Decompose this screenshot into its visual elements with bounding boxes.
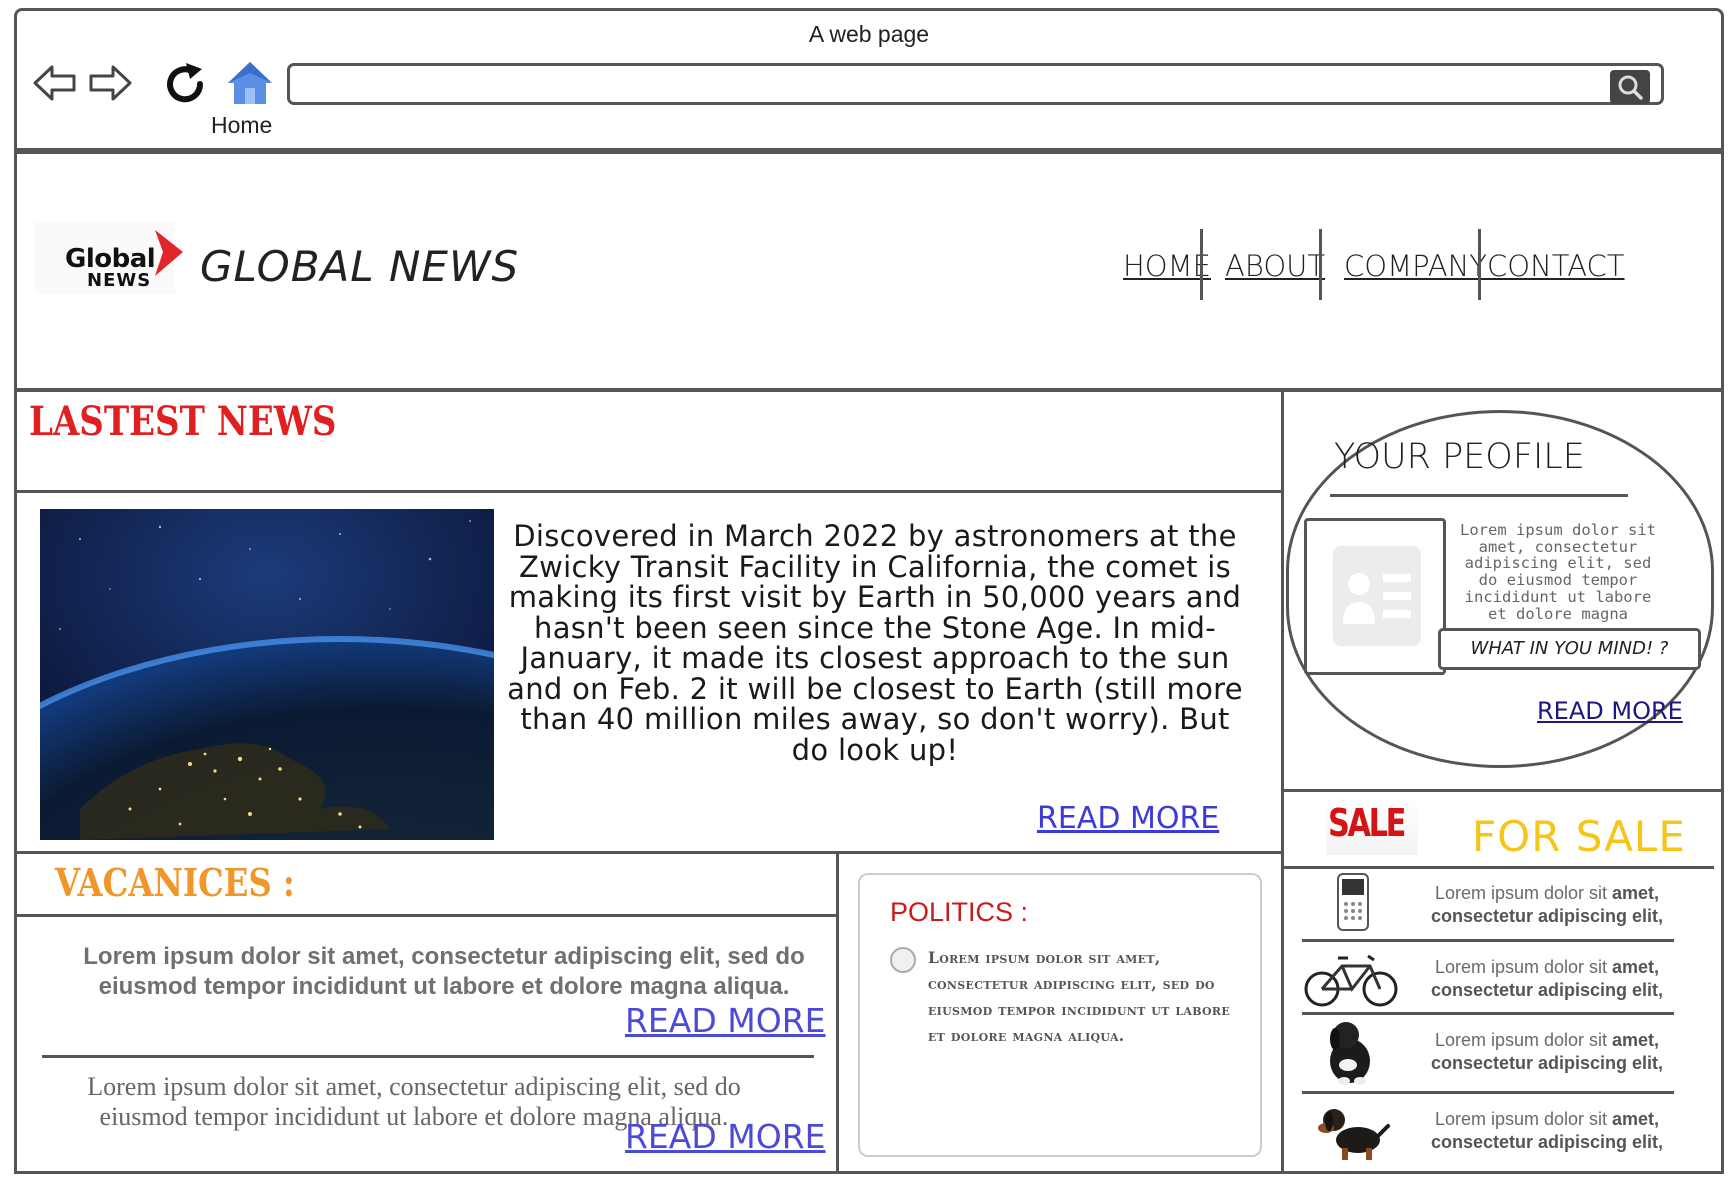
window-title: A web page (808, 21, 930, 47)
politics-option-text: Lorem ipsum dolor sit amet, consectetur … (928, 948, 1231, 1045)
sale-item-text: Lorem ipsum dolor sit amet, consectetur a… (1430, 957, 1664, 1000)
site-title: GLOBAL NEWS (200, 242, 520, 291)
sale-item-text: Lorem ipsum dolor sit amet, consectetur a… (1430, 1030, 1664, 1073)
politics-radio[interactable] (890, 947, 916, 973)
divider (1284, 789, 1721, 792)
site-header: Global NEWS GLOBAL NEWS HOME ABOUT COMPA… (14, 151, 1724, 391)
sale-item-text: Lorem ipsum dolor sit amet, consectetur a… (1430, 1109, 1664, 1152)
for-sale-title: FOR SALE (1472, 812, 1686, 861)
browser-window: A web page Home (14, 8, 1724, 151)
latest-news-story: Discovered in March 2022 by astronomers … (0, 490, 1284, 1187)
sale-item-text: Lorem ipsum dolor sit amet, consectetur a… (1430, 883, 1664, 926)
url-bar[interactable] (287, 63, 1664, 105)
forward-arrow-icon[interactable] (87, 63, 133, 108)
search-icon (1618, 75, 1643, 100)
divider (42, 1055, 814, 1058)
sale-logo: SALE (1326, 797, 1418, 855)
story-read-more-link[interactable]: READ MORE (1037, 801, 1219, 836)
logo-chevron-icon (155, 230, 183, 276)
nav-divider (1319, 229, 1322, 300)
sale-item[interactable]: Lorem ipsum dolor sit amet, consectetur a… (1302, 944, 1676, 1018)
profile-title: YOUR PEOFILE (1334, 437, 1585, 477)
divider (1302, 1012, 1674, 1015)
latest-news-title: LASTEST NEWS (29, 398, 337, 445)
vacancies-title: VACANICES : (55, 860, 295, 905)
divider (1284, 866, 1714, 869)
politics-title: POLITICS : (890, 897, 1029, 927)
status-input[interactable]: WHAT IN YOU MIND! ? (1438, 628, 1701, 670)
phone-icon (1337, 873, 1369, 931)
dachshund-icon (1318, 1109, 1390, 1160)
vacancy-description: Lorem ipsum dolor sit amet, consectetur … (83, 943, 805, 1000)
puppy-icon (1330, 1022, 1370, 1085)
divider (1302, 939, 1674, 942)
politics-panel: POLITICS : Lorem ipsum dolor sit amet, c… (836, 851, 1284, 1174)
latest-news-header: LASTEST NEWS (14, 389, 1284, 493)
vacancies-list: Lorem ipsum dolor sit amet, consectetur … (14, 914, 839, 1174)
sale-item[interactable]: Lorem ipsum dolor sit amet, consectetur a… (1302, 1096, 1676, 1170)
home-icon[interactable] (225, 59, 275, 112)
sale-item[interactable]: Lorem ipsum dolor sit amet, consectetur a… (1302, 1017, 1676, 1091)
back-arrow-icon[interactable] (32, 63, 78, 108)
contact-card-icon (1333, 546, 1421, 646)
logo-subtext: NEWS (87, 270, 152, 291)
vacancy-read-more-link[interactable]: READ MORE (625, 1117, 825, 1156)
site-logo[interactable]: Global NEWS (35, 222, 183, 294)
profile-avatar-card[interactable] (1304, 518, 1446, 675)
divider (1302, 1091, 1674, 1094)
nav-home[interactable]: HOME (1123, 249, 1211, 283)
bicycle-icon (1304, 954, 1398, 1007)
profile-bio: Lorem ipsum dolor sit amet, consectetur … (1460, 522, 1656, 622)
nav-contact[interactable]: CONTACT (1487, 249, 1625, 283)
search-button[interactable] (1610, 70, 1650, 104)
nav-about[interactable]: ABOUT (1225, 249, 1325, 283)
vacancies-header: VACANICES : (14, 851, 839, 917)
politics-card: POLITICS : Lorem ipsum dolor sit amet, c… (858, 873, 1262, 1157)
sale-item[interactable]: Lorem ipsum dolor sit amet, consectetur a… (1302, 870, 1676, 944)
nav-divider (1200, 229, 1203, 300)
home-label: Home (211, 112, 273, 138)
divider (1330, 494, 1628, 497)
earth-image (0, 509, 813, 1187)
nav-company[interactable]: COMPANY (1344, 249, 1487, 283)
sale-logo-text: SALE (1328, 801, 1406, 845)
reload-icon[interactable] (162, 61, 208, 112)
nav-divider (1478, 229, 1481, 300)
vacancy-read-more-link[interactable]: READ MORE (625, 1001, 825, 1040)
profile-read-more-link[interactable]: READ MORE (1537, 697, 1683, 725)
story-text: Discovered in March 2022 by astronomers … (507, 519, 1243, 767)
sidebar: YOUR PEOFILE Lorem ipsum dolor sit amet,… (1281, 389, 1724, 1174)
